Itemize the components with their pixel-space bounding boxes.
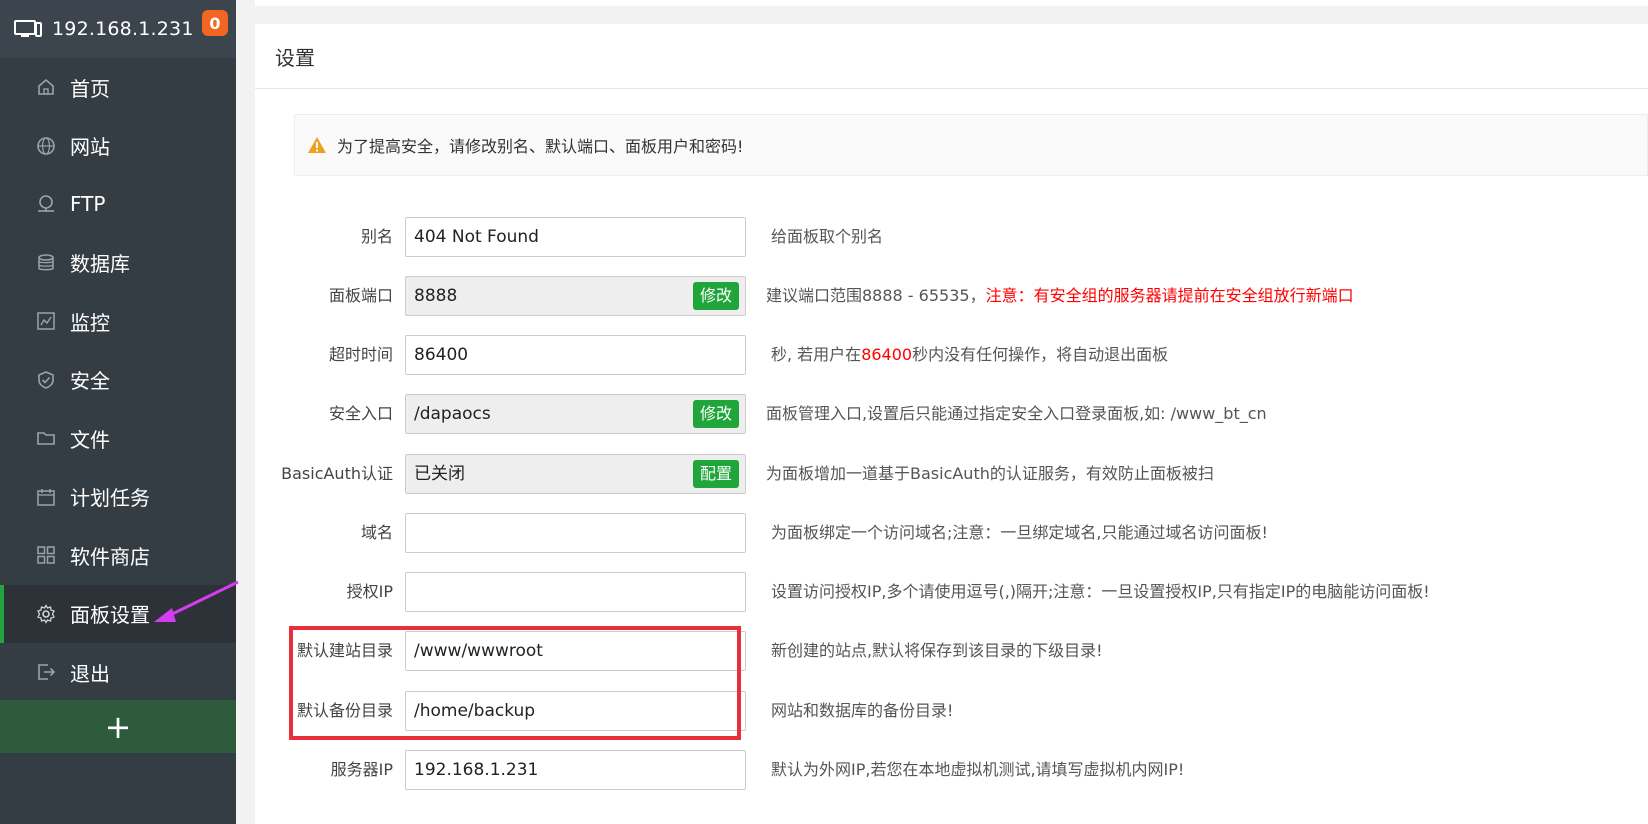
page-title: 设置: [275, 46, 315, 70]
logout-icon: [36, 662, 56, 682]
add-button[interactable]: +: [0, 700, 236, 753]
field-row-basicauth: BasicAuth认证 已关闭 配置 为面板增加一道基于BasicAuth的认证…: [255, 454, 1648, 494]
sidebar-item-database[interactable]: 数据库: [0, 234, 236, 293]
sidebar-item-label: 网站: [70, 135, 110, 160]
folder-icon: [36, 428, 56, 448]
port-desc: 建议端口范围8888 - 65535，: [766, 286, 986, 305]
field-label: 授权IP: [346, 582, 393, 601]
sidebar-item-label: 数据库: [70, 252, 130, 277]
field-description: 为面板绑定一个访问域名;注意：一旦绑定域名,只能通过域名访问面板!: [771, 523, 1268, 542]
sidebar-item-monitor[interactable]: 监控: [0, 292, 236, 351]
field-description: 为面板增加一道基于BasicAuth的认证服务，有效防止面板被扫: [766, 464, 1214, 483]
timeout-desc-pre: 秒, 若用户在: [771, 345, 862, 364]
settings-panel: 设置 为了提高安全，请修改别名、默认端口、面板用户和密码! 别名 404 Not…: [255, 24, 1648, 824]
timeout-desc-num: 86400: [861, 345, 913, 364]
sidebar-item-label: 退出: [70, 661, 110, 686]
field-row-site-dir: 默认建站目录 /www/wwwroot 新创建的站点,默认将保存到该目录的下级目…: [255, 631, 1648, 671]
timeout-input[interactable]: 86400: [405, 335, 746, 375]
field-row-domain: 域名 为面板绑定一个访问域名;注意：一旦绑定域名,只能通过域名访问面板!: [255, 513, 1648, 553]
field-label: 面板端口: [328, 286, 393, 305]
sidebar-item-cron[interactable]: 计划任务: [0, 468, 236, 527]
field-description: 建议端口范围8888 - 65535，注意：有安全组的服务器请提前在安全组放行新…: [766, 276, 1354, 316]
auth-ip-input[interactable]: [405, 572, 746, 612]
configure-basicauth-button[interactable]: 配置: [693, 460, 740, 488]
top-strip: [255, 0, 1648, 6]
home-icon: [36, 77, 56, 97]
server-ip-label: 192.168.1.231: [52, 18, 194, 40]
field-row-alias: 别名 404 Not Found 给面板取个别名: [255, 217, 1648, 257]
domain-input[interactable]: [405, 513, 746, 553]
sidebar-item-label: 软件商店: [70, 544, 150, 569]
divider: [255, 88, 1648, 89]
sidebar: 192.168.1.231 0 首页 网站 FTP 数据库 监控 安全 文件 计…: [0, 0, 236, 824]
site-dir-input[interactable]: /www/wwwroot: [405, 631, 746, 671]
monitor-icon: [14, 19, 42, 39]
field-label: 默认建站目录: [296, 641, 393, 660]
timeout-desc-post: 秒内没有任何操作，将自动退出面板: [912, 345, 1169, 364]
field-description: 默认为外网IP,若您在本地虚拟机测试,请填写虚拟机内网IP!: [771, 760, 1185, 779]
sidebar-item-ftp[interactable]: FTP: [0, 175, 236, 234]
modify-port-button[interactable]: 修改: [693, 282, 740, 310]
sidebar-item-label: 文件: [70, 427, 110, 452]
sidebar-item-label: FTP: [70, 192, 106, 217]
security-alert: 为了提高安全，请修改别名、默认端口、面板用户和密码!: [294, 114, 1648, 176]
globe-icon: [36, 136, 56, 156]
alert-text: 为了提高安全，请修改别名、默认端口、面板用户和密码!: [337, 137, 744, 156]
calendar-icon: [36, 487, 56, 507]
port-warning: 注意：有安全组的服务器请提前在安全组放行新端口: [985, 286, 1354, 305]
field-label: 别名: [360, 227, 393, 246]
field-label: 服务器IP: [330, 760, 393, 779]
field-label: 域名: [360, 523, 393, 542]
field-description: 设置访问授权IP,多个请使用逗号(,)隔开;注意：一旦设置授权IP,只有指定IP…: [771, 582, 1430, 601]
field-row-server-ip: 服务器IP 192.168.1.231 默认为外网IP,若您在本地虚拟机测试,请…: [255, 750, 1648, 790]
sidebar-item-files[interactable]: 文件: [0, 409, 236, 468]
sidebar-item-label: 监控: [70, 310, 110, 335]
field-description: 网站和数据库的备份目录!: [771, 701, 954, 720]
field-label: BasicAuth认证: [281, 464, 393, 483]
field-label: 安全入口: [328, 404, 393, 423]
monitor-chart-icon: [36, 311, 56, 331]
sidebar-item-security[interactable]: 安全: [0, 351, 236, 410]
ftp-icon: [36, 194, 56, 214]
sidebar-item-label: 安全: [70, 369, 110, 394]
backup-dir-input[interactable]: /home/backup: [405, 691, 746, 731]
alias-input[interactable]: 404 Not Found: [405, 217, 746, 257]
sidebar-item-website[interactable]: 网站: [0, 117, 236, 176]
sidebar-header: 192.168.1.231 0: [0, 0, 236, 58]
field-description: 给面板取个别名: [771, 227, 884, 246]
server-ip-input[interactable]: 192.168.1.231: [405, 750, 746, 790]
sidebar-item-label: 计划任务: [70, 486, 150, 511]
field-row-port: 面板端口 8888 修改 建议端口范围8888 - 65535，注意：有安全组的…: [255, 276, 1648, 316]
sidebar-item-home[interactable]: 首页: [0, 58, 236, 117]
field-description: 秒, 若用户在86400秒内没有任何操作，将自动退出面板: [771, 335, 1168, 375]
modify-entry-button[interactable]: 修改: [693, 400, 740, 428]
notification-badge[interactable]: 0: [202, 10, 228, 36]
sidebar-item-label: 首页: [70, 76, 110, 101]
sidebar-item-store[interactable]: 软件商店: [0, 526, 236, 585]
field-label: 默认备份目录: [296, 701, 393, 720]
field-row-timeout: 超时时间 86400 秒, 若用户在86400秒内没有任何操作，将自动退出面板: [255, 335, 1648, 375]
field-label: 超时时间: [328, 345, 393, 364]
annotation-arrow: [154, 580, 239, 622]
field-row-auth-ip: 授权IP 设置访问授权IP,多个请使用逗号(,)隔开;注意：一旦设置授权IP,只…: [255, 572, 1648, 612]
field-description: 新创建的站点,默认将保存到该目录的下级目录!: [771, 641, 1103, 660]
shield-icon: [36, 370, 56, 390]
database-icon: [36, 253, 56, 273]
warning-icon: [308, 137, 326, 153]
field-row-entry: 安全入口 /dapaocs 修改 面板管理入口,设置后只能通过指定安全入口登录面…: [255, 394, 1648, 434]
gear-icon: [36, 603, 56, 624]
field-row-backup-dir: 默认备份目录 /home/backup 网站和数据库的备份目录!: [255, 691, 1648, 731]
sidebar-item-logout[interactable]: 退出: [0, 643, 236, 702]
grid-icon: [36, 545, 56, 565]
sidebar-item-label: 面板设置: [70, 603, 150, 628]
field-description: 面板管理入口,设置后只能通过指定安全入口登录面板,如: /www_bt_cn: [766, 404, 1267, 423]
